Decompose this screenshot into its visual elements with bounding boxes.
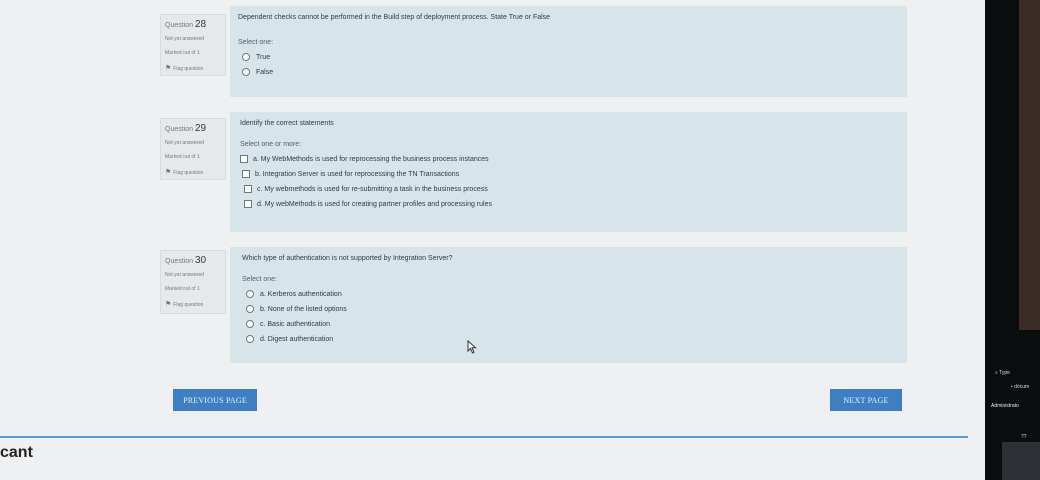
question-text: Which type of authentication is not supp… — [242, 255, 453, 262]
flag-icon: ⚑ — [165, 301, 172, 308]
side-text-type: ⌕ Type — [995, 370, 1010, 376]
side-panel — [1002, 442, 1040, 480]
option-false-radio[interactable]: False — [242, 68, 899, 76]
select-prompt: Select one or more: — [240, 141, 302, 148]
question-30-card: Which type of authentication is not supp… — [230, 247, 907, 363]
question-marks: Marked out of 1 — [165, 154, 200, 160]
mouse-pointer-icon — [467, 340, 477, 354]
background-text-fragment: cant — [0, 444, 33, 461]
question-text: Dependent checks cannot be performed in … — [238, 14, 551, 21]
question-state: Not yet answered — [165, 140, 204, 146]
side-text-mark: ?? — [1021, 434, 1027, 440]
question-state: Not yet answered — [165, 36, 204, 42]
side-text-docum: • docum — [1011, 384, 1030, 390]
flag-question-link[interactable]: ⚑ Flag question — [165, 168, 221, 176]
option-b-radio[interactable]: b. None of the listed options — [246, 305, 899, 313]
question-30-info: Question 30 Not yet answered Marked out … — [160, 250, 226, 314]
option-d-radio[interactable]: d. Digest authentication — [246, 335, 899, 343]
option-c-radio[interactable]: c. Basic authentication — [246, 320, 899, 328]
question-28-card: Dependent checks cannot be performed in … — [230, 6, 907, 97]
divider — [0, 436, 968, 438]
question-state: Not yet answered — [165, 272, 204, 278]
question-29-info: Question 29 Not yet answered Marked out … — [160, 118, 226, 180]
side-window: ⌕ Type • docum Administrato ?? — [985, 0, 1040, 480]
question-number: Question 30 — [165, 255, 207, 266]
option-b-checkbox[interactable]: b. Integration Server is used for reproc… — [242, 170, 899, 178]
question-29-card: Identify the correct statements Select o… — [230, 112, 907, 232]
side-text-admin: Administrato — [991, 403, 1019, 409]
select-prompt: Select one: — [238, 39, 274, 46]
flag-question-link[interactable]: ⚑ Flag question — [165, 300, 221, 308]
question-28-info: Question 28 Not yet answered Marked out … — [160, 14, 226, 76]
flag-icon: ⚑ — [165, 65, 172, 72]
option-a-checkbox[interactable]: a. My WebMethods is used for reprocessin… — [240, 155, 899, 163]
flag-question-link[interactable]: ⚑ Flag question — [165, 64, 221, 72]
question-marks: Marked out of 1 — [165, 50, 200, 56]
previous-page-button[interactable]: PREVIOUS PAGE — [173, 389, 257, 411]
question-number: Question 28 — [165, 19, 207, 30]
next-page-button[interactable]: NEXT PAGE — [830, 389, 902, 411]
question-text: Identify the correct statements — [240, 120, 334, 127]
question-marks: Marked out of 1 — [165, 286, 200, 292]
option-d-checkbox[interactable]: d. My webMethods is used for creating pa… — [244, 200, 899, 208]
flag-icon: ⚑ — [165, 169, 172, 176]
side-image — [1019, 0, 1040, 330]
quiz-page: Question 28 Not yet answered Marked out … — [0, 0, 985, 480]
select-prompt: Select one: — [242, 276, 278, 283]
option-a-radio[interactable]: a. Kerberos authentication — [246, 290, 899, 298]
question-number: Question 29 — [165, 123, 207, 134]
option-true-radio[interactable]: True — [242, 53, 899, 61]
option-c-checkbox[interactable]: c. My webmethods is used for re-submitti… — [244, 185, 899, 193]
